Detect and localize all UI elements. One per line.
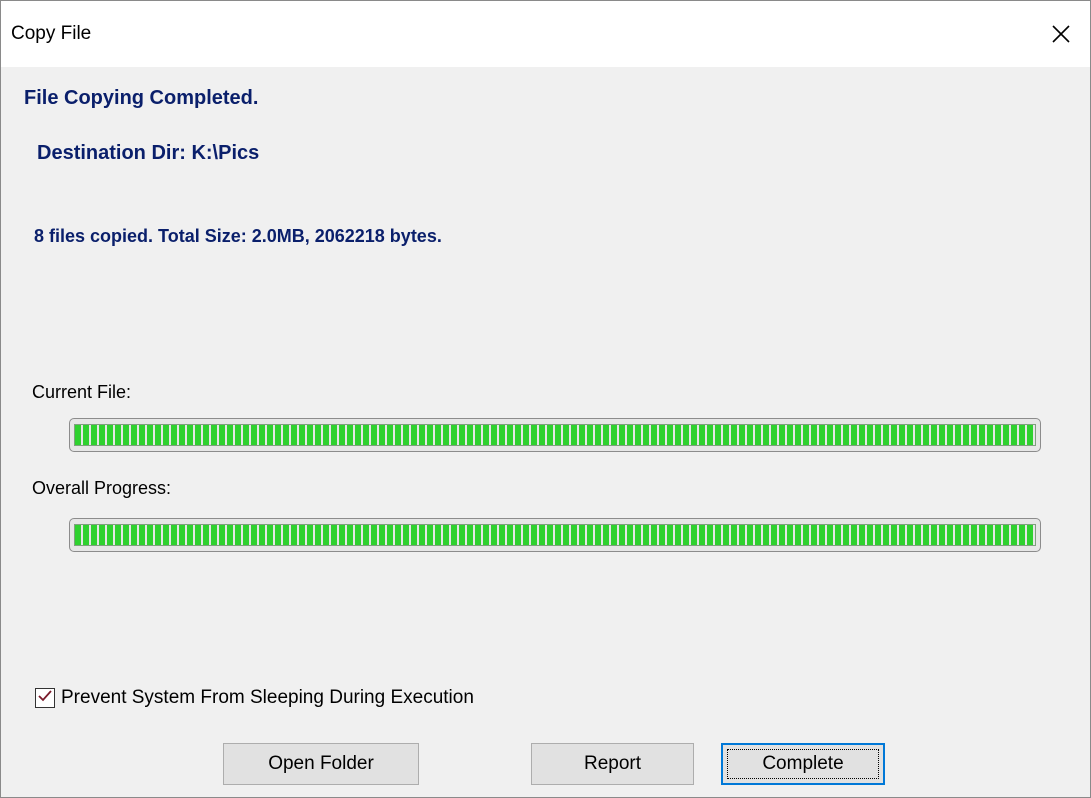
overall-progress-label: Overall Progress: [32,478,172,498]
overall-progress-fill [75,525,1035,545]
checkmark-icon [37,688,53,709]
status-headline: File Copying Completed. [24,87,259,109]
report-button-label: Report [583,753,642,774]
destination-dir: Destination Dir: K:\Pics [37,142,260,164]
open-folder-button-label: Open Folder [268,753,374,774]
copy-summary: 8 files copied. Total Size: 2.0MB, 20622… [34,226,442,246]
prevent-sleep-option[interactable]: Prevent System From Sleeping During Exec… [35,685,474,711]
close-button[interactable] [1032,1,1090,67]
current-file-progress-bar [69,418,1041,452]
complete-button-label: Complete [762,753,844,774]
close-icon [1052,25,1070,43]
overall-progress-track [74,524,1036,546]
title-bar: Copy File [1,1,1090,67]
current-file-progress-track [74,424,1036,446]
window-title: Copy File [11,23,92,44]
current-file-progress-fill [75,425,1035,445]
current-file-label: Current File: [32,382,132,402]
complete-button[interactable]: Complete [721,743,885,785]
report-button[interactable]: Report [531,743,694,785]
overall-progress-bar [69,518,1041,552]
prevent-sleep-label: Prevent System From Sleeping During Exec… [61,687,474,708]
open-folder-button[interactable]: Open Folder [223,743,419,785]
copy-file-dialog: Copy File File Copying Completed. Destin… [0,0,1091,798]
prevent-sleep-checkbox[interactable] [35,688,55,708]
